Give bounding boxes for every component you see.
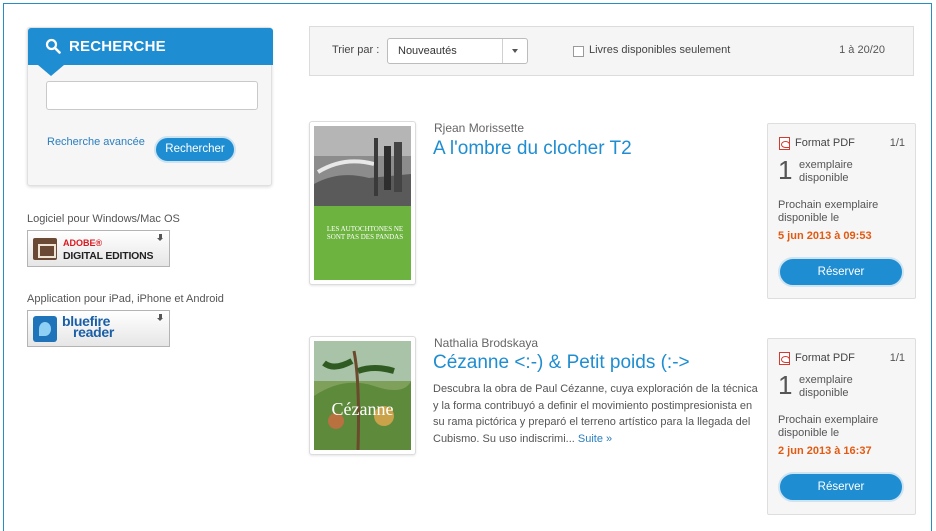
- read-more-link[interactable]: Suite »: [578, 433, 612, 445]
- mobile-app-label: Application pour iPad, iPhone et Android: [27, 293, 224, 305]
- pdf-icon: [779, 137, 790, 150]
- next-available-label: Prochain exemplaire disponible le: [778, 414, 879, 439]
- results-range: 1 à 20/20: [839, 44, 885, 56]
- copies-label: exemplaire disponible: [799, 374, 853, 399]
- cover-title: Cézanne: [331, 399, 394, 419]
- next-available-date: 5 jun 2013 à 09:53: [778, 230, 872, 242]
- cover-image: [314, 341, 411, 450]
- reserve-button[interactable]: Réserver: [778, 472, 904, 502]
- download-icon: [157, 314, 164, 321]
- bluefire-logo-icon: [33, 316, 57, 342]
- adobe-logo-icon: [33, 238, 57, 260]
- book-title-link[interactable]: Cézanne <:-) & Petit poids (:->: [433, 352, 690, 374]
- bluefire-product: reader: [73, 324, 115, 340]
- search-button[interactable]: Rechercher: [154, 136, 236, 163]
- format-label: Format PDF: [795, 352, 855, 364]
- search-icon: [45, 38, 61, 54]
- bluefire-reader-badge[interactable]: bluefire reader: [27, 310, 170, 347]
- book-cover[interactable]: LES AUTOCHTONES NE SONT PAS DES PANDAS: [309, 121, 416, 285]
- search-panel: RECHERCHE Recherche avancée Rechercher: [27, 27, 273, 186]
- copies-number: 1: [778, 155, 793, 185]
- search-title: RECHERCHE: [69, 38, 166, 55]
- search-header: RECHERCHE: [28, 28, 273, 76]
- book-cover[interactable]: Cézanne: [309, 336, 416, 455]
- chevron-down-icon: [502, 39, 527, 63]
- available-only-label[interactable]: Livres disponibles seulement: [589, 44, 730, 56]
- copies-label: exemplaire disponible: [799, 159, 853, 184]
- adobe-product: DIGITAL EDITIONS: [63, 250, 154, 262]
- windows-software-label: Logiciel pour Windows/Mac OS: [27, 213, 180, 225]
- next-available-label: Prochain exemplaire disponible le: [778, 199, 879, 224]
- next-available-date: 2 jun 2013 à 16:37: [778, 445, 872, 457]
- cover-image: [314, 126, 411, 280]
- adobe-brand: ADOBE®: [63, 238, 103, 248]
- book-author: Nathalia Brodskaya: [434, 336, 539, 350]
- adobe-digital-editions-badge[interactable]: ADOBE® DIGITAL EDITIONS: [27, 230, 170, 267]
- availability-panel: Format PDF 1/1 1 exemplaire disponible P…: [767, 338, 916, 515]
- availability-panel: Format PDF 1/1 1 exemplaire disponible P…: [767, 123, 916, 299]
- copy-count: 1/1: [889, 137, 905, 149]
- cover-title: LES AUTOCHTONES NE SONT PAS DES PANDAS: [326, 225, 404, 241]
- format-label: Format PDF: [795, 137, 855, 149]
- book-description: Descubra la obra de Paul Cézanne, cuya e…: [433, 381, 759, 447]
- copies-number: 1: [778, 370, 793, 400]
- sort-label: Trier par :: [332, 44, 380, 56]
- download-icon: [157, 234, 164, 241]
- copy-count: 1/1: [889, 352, 905, 364]
- book-author: Rjean Morissette: [434, 121, 525, 135]
- sort-selected-value: Nouveautés: [398, 45, 457, 57]
- available-only-checkbox[interactable]: [573, 46, 584, 57]
- reserve-button[interactable]: Réserver: [778, 257, 904, 287]
- sort-select[interactable]: Nouveautés: [387, 38, 528, 64]
- advanced-search-link[interactable]: Recherche avancée: [47, 136, 145, 148]
- search-header-arrow: [38, 65, 64, 76]
- search-input[interactable]: [46, 81, 258, 110]
- results-toolbar: Trier par : Nouveautés Livres disponible…: [309, 26, 914, 76]
- book-title-link[interactable]: A l'ombre du clocher T2: [433, 138, 632, 160]
- pdf-icon: [779, 352, 790, 365]
